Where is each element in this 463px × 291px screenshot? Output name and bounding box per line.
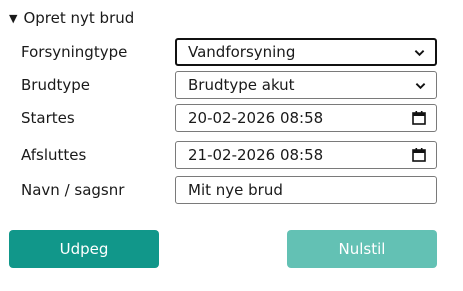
- chevron-down-icon: [415, 82, 426, 89]
- afsluttes-value: 21-02-2026 08:58: [188, 146, 324, 164]
- chevron-down-icon: [414, 49, 425, 56]
- udpeg-button[interactable]: Udpeg: [9, 230, 159, 268]
- forsyningstype-select[interactable]: Vandforsyning: [175, 38, 437, 66]
- brudtype-select[interactable]: Brudtype akut: [175, 71, 437, 99]
- navn-row: Navn / sagsnr Mit nye brud: [21, 176, 438, 204]
- startes-value: 20-02-2026 08:58: [188, 109, 324, 127]
- startes-datetime-input[interactable]: 20-02-2026 08:58: [175, 104, 437, 132]
- nulstil-button[interactable]: Nulstil: [287, 230, 437, 268]
- navn-sagsnr-input[interactable]: Mit nye brud: [175, 176, 437, 204]
- navn-value: Mit nye brud: [188, 181, 283, 199]
- forsyningstype-label: Forsyningtype: [21, 43, 128, 61]
- afsluttes-label: Afsluttes: [21, 146, 87, 164]
- section-title: Opret nyt brud: [23, 9, 135, 27]
- section-toggle[interactable]: ▼ Opret nyt brud: [9, 8, 134, 28]
- calendar-icon[interactable]: [412, 148, 426, 162]
- afsluttes-row: Afsluttes 21-02-2026 08:58: [21, 141, 438, 169]
- triangle-down-icon: ▼: [9, 11, 18, 25]
- navn-label: Navn / sagsnr: [21, 181, 125, 199]
- startes-label: Startes: [21, 109, 75, 127]
- brudtype-row: Brudtype Brudtype akut: [21, 71, 438, 99]
- afsluttes-datetime-input[interactable]: 21-02-2026 08:58: [175, 141, 437, 169]
- brudtype-label: Brudtype: [21, 76, 90, 94]
- forsyningstype-value: Vandforsyning: [188, 43, 296, 61]
- forsyningstype-row: Forsyningtype Vandforsyning: [21, 38, 438, 66]
- calendar-icon[interactable]: [412, 111, 426, 125]
- brudtype-value: Brudtype akut: [188, 76, 295, 94]
- startes-row: Startes 20-02-2026 08:58: [21, 104, 438, 132]
